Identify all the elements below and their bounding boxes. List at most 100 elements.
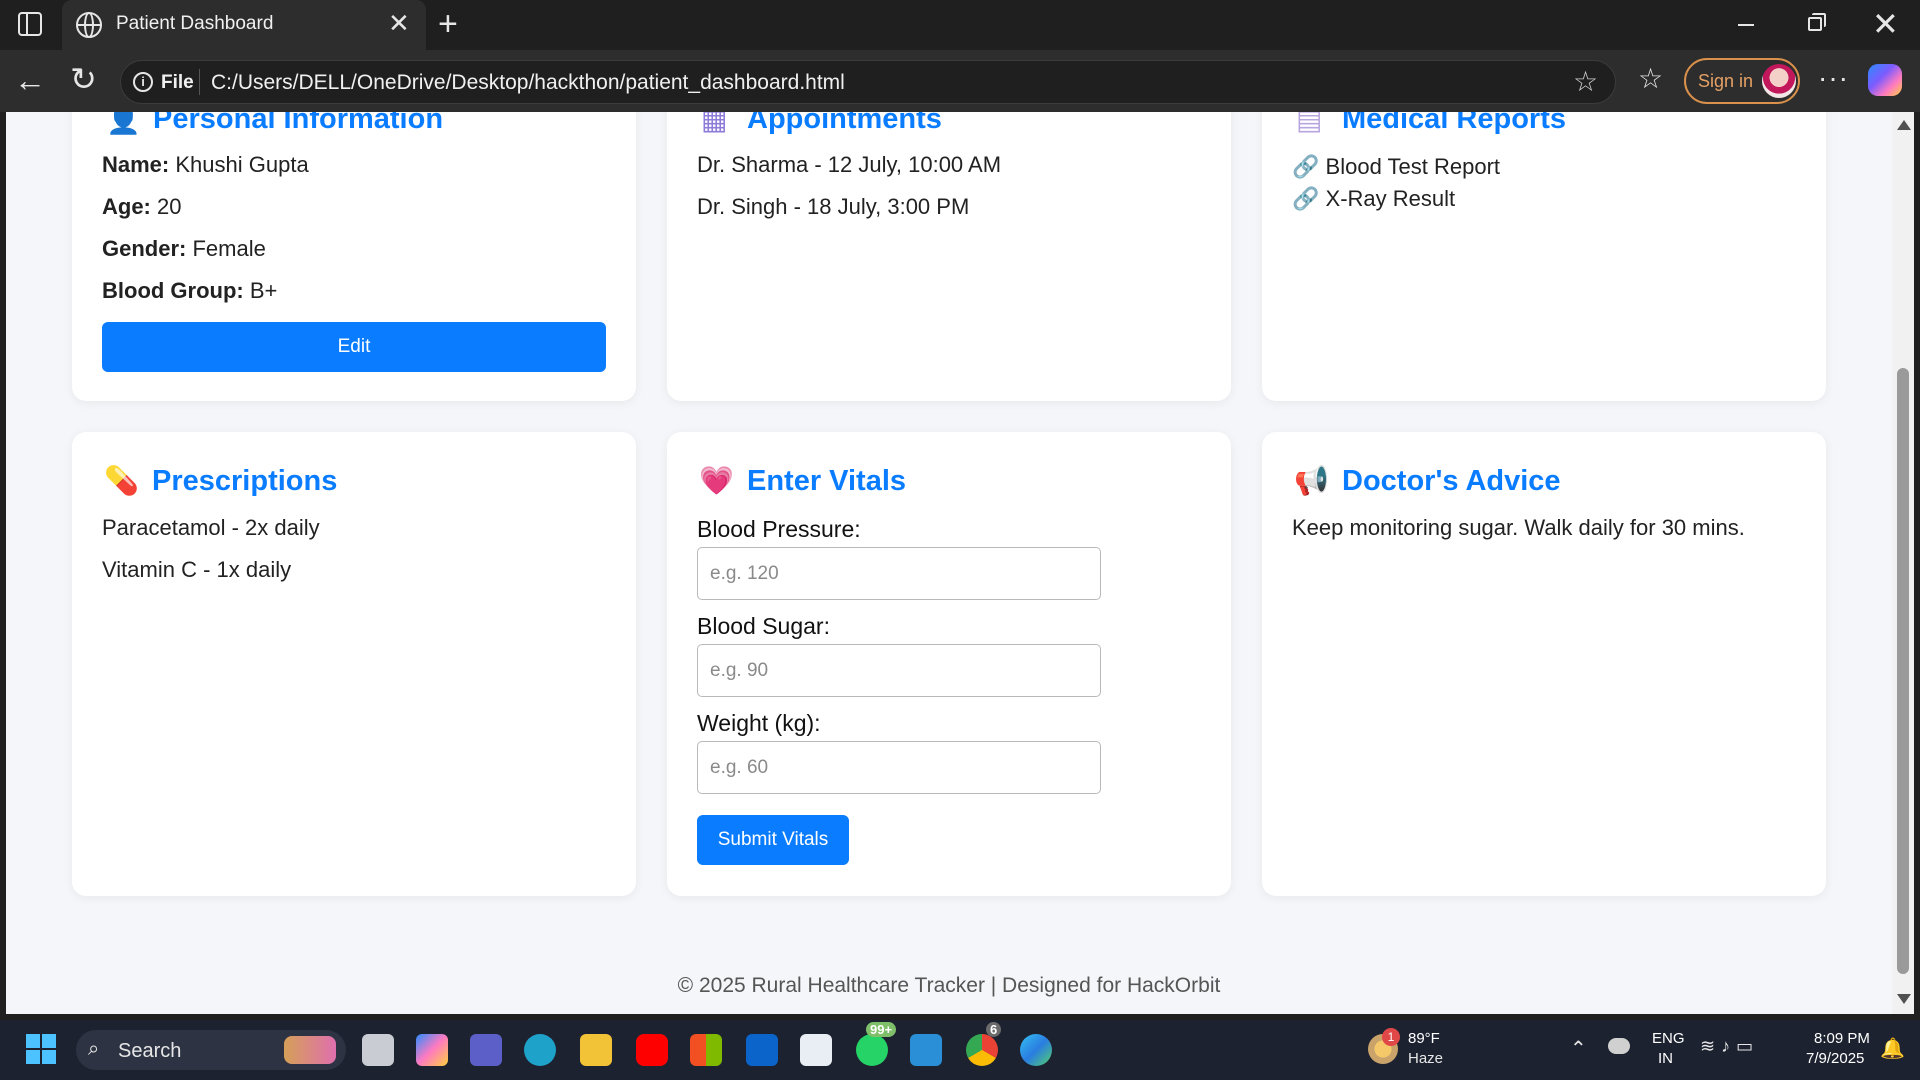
youtube-icon[interactable] xyxy=(636,1034,668,1066)
weight-label: Weight (kg): xyxy=(697,710,821,736)
windows-taskbar: ⌕ Search 99+ 6 1 89°F Haze ⌃ ENG IN ≋♪▭ … xyxy=(0,1020,1920,1080)
favorite-star-icon[interactable]: ☆ xyxy=(1573,65,1598,98)
report-link-label[interactable]: Blood Test Report xyxy=(1326,154,1500,179)
report-link[interactable]: 🔗 Blood Test Report xyxy=(1292,154,1500,180)
scroll-thumb[interactable] xyxy=(1897,368,1909,974)
medical-reports-card: ▤ Medical Reports 🔗 Blood Test Report 🔗 … xyxy=(1262,112,1826,401)
age-value: 20 xyxy=(157,194,182,219)
teams-icon[interactable] xyxy=(470,1034,502,1066)
copilot-app-icon[interactable] xyxy=(416,1034,448,1066)
link-icon: 🔗 xyxy=(1292,186,1320,211)
notification-bell-icon[interactable]: 🔔 xyxy=(1880,1036,1905,1061)
new-tab-icon[interactable]: + xyxy=(438,6,458,42)
clock-date[interactable]: 7/9/2025 xyxy=(1806,1050,1864,1067)
chrome-badge: 6 xyxy=(986,1022,1002,1037)
blood-pressure-label: Blood Pressure: xyxy=(697,516,861,542)
gender-label: Gender: xyxy=(102,236,187,261)
blood-group-value: B+ xyxy=(249,278,278,303)
appointments-title: Appointments xyxy=(747,112,942,135)
megaphone-icon: 📢 xyxy=(1294,465,1329,496)
sign-in-button[interactable]: Sign in xyxy=(1684,58,1800,104)
name-row: Name: Khushi Gupta xyxy=(102,152,309,178)
blood-group-row: Blood Group: B+ xyxy=(102,278,277,304)
restore-icon[interactable] xyxy=(1808,13,1826,31)
person-icon: 👤 xyxy=(106,112,141,135)
browser-toolbar: ← ↻ i File C:/Users/DELL/OneDrive/Deskto… xyxy=(0,50,1920,112)
chrome-icon[interactable] xyxy=(966,1034,998,1066)
edit-button[interactable]: Edit xyxy=(102,322,606,372)
page-footer: © 2025 Rural Healthcare Tracker | Design… xyxy=(677,974,1221,997)
medical-reports-title: Medical Reports xyxy=(1342,112,1566,135)
doctor-advice-card: 📢 Doctor's Advice Keep monitoring sugar.… xyxy=(1262,432,1826,896)
avatar xyxy=(1762,64,1796,98)
appointment-item: Dr. Singh - 18 July, 3:00 PM xyxy=(697,194,970,219)
globe-icon xyxy=(76,12,102,38)
search-highlight-icon xyxy=(284,1036,336,1064)
window-close-icon[interactable]: ✕ xyxy=(1872,8,1899,40)
tab-title: Patient Dashboard xyxy=(116,13,274,34)
weather-temperature[interactable]: 89°F xyxy=(1408,1030,1440,1047)
report-link-label[interactable]: X-Ray Result xyxy=(1326,186,1456,211)
microsoft-store-icon[interactable] xyxy=(690,1034,722,1066)
prescription-item: Vitamin C - 1x daily xyxy=(102,557,292,582)
prescription-item: Paracetamol - 2x daily xyxy=(102,515,320,540)
back-icon[interactable]: ← xyxy=(14,64,46,96)
file-explorer-icon[interactable] xyxy=(580,1034,612,1066)
name-label: Name: xyxy=(102,152,170,177)
pill-icon: 💊 xyxy=(104,465,139,496)
page-scrollbar[interactable] xyxy=(1892,112,1914,1014)
prescriptions-title: Prescriptions xyxy=(152,465,338,497)
windows-start-icon[interactable] xyxy=(26,1034,56,1064)
report-link[interactable]: 🔗 X-Ray Result xyxy=(1292,186,1455,212)
task-view-icon[interactable] xyxy=(362,1034,394,1066)
language-region[interactable]: IN xyxy=(1658,1050,1673,1067)
more-icon[interactable]: ··· xyxy=(1818,62,1849,94)
vscode-icon[interactable] xyxy=(910,1034,942,1066)
gender-value: Female xyxy=(192,236,266,261)
vitals-title: Enter Vitals xyxy=(747,465,907,497)
browser-tab-bar: Patient Dashboard ✕ + ✕ xyxy=(0,0,1920,50)
scroll-down-arrow-icon[interactable] xyxy=(1897,994,1911,1004)
whatsapp-icon[interactable] xyxy=(856,1034,888,1066)
reload-icon[interactable]: ↻ xyxy=(70,63,97,95)
clock-time[interactable]: 8:09 PM xyxy=(1814,1030,1870,1047)
tab-patient-dashboard[interactable]: Patient Dashboard ✕ xyxy=(62,0,426,50)
gender-row: Gender: Female xyxy=(102,236,266,262)
taskbar-search[interactable]: ⌕ Search xyxy=(76,1030,346,1070)
favorites-icon[interactable]: ☆ xyxy=(1638,62,1663,95)
address-bar[interactable]: i File C:/Users/DELL/OneDrive/Desktop/ha… xyxy=(120,60,1616,104)
appointment-item: Dr. Sharma - 12 July, 10:00 AM xyxy=(697,152,1002,177)
info-icon[interactable]: i xyxy=(133,72,153,92)
edge-icon[interactable] xyxy=(1020,1034,1052,1066)
sign-in-label: Sign in xyxy=(1698,71,1754,91)
edge-beta-icon[interactable] xyxy=(524,1034,556,1066)
blood-sugar-input[interactable] xyxy=(697,644,1101,697)
search-icon: ⌕ xyxy=(88,1038,100,1060)
submit-vitals-button[interactable]: Submit Vitals xyxy=(697,815,849,865)
language-primary[interactable]: ENG xyxy=(1652,1030,1685,1047)
scroll-up-arrow-icon[interactable] xyxy=(1897,120,1911,130)
copilot-icon[interactable] xyxy=(1868,64,1902,96)
wifi-volume-battery-icons[interactable]: ≋♪▭ xyxy=(1700,1036,1759,1057)
name-value: Khushi Gupta xyxy=(175,152,309,177)
outlook-icon[interactable] xyxy=(746,1034,778,1066)
blood-pressure-input[interactable] xyxy=(697,547,1101,600)
doctor-advice-text: Keep monitoring sugar. Walk daily for 30… xyxy=(1292,515,1745,540)
doctor-advice-title: Doctor's Advice xyxy=(1342,465,1561,497)
page-viewport: 👤 Personal Information Name: Khushi Gupt… xyxy=(6,112,1892,1014)
calendar-icon: ▦ xyxy=(701,112,728,135)
weight-input[interactable] xyxy=(697,741,1101,794)
prescriptions-card: 💊 Prescriptions Paracetamol - 2x daily V… xyxy=(72,432,636,896)
link-icon: 🔗 xyxy=(1292,154,1320,179)
tab-actions-icon[interactable] xyxy=(18,12,42,36)
chevron-up-icon[interactable]: ⌃ xyxy=(1570,1036,1587,1061)
onedrive-icon[interactable] xyxy=(1608,1038,1630,1054)
url-text[interactable]: C:/Users/DELL/OneDrive/Desktop/hackthon/… xyxy=(211,71,845,95)
close-tab-icon[interactable]: ✕ xyxy=(388,10,410,36)
minimize-icon[interactable] xyxy=(1738,24,1754,26)
heart-icon: 💗 xyxy=(699,465,734,496)
remote-desktop-icon[interactable] xyxy=(800,1034,832,1066)
weather-description[interactable]: Haze xyxy=(1408,1050,1443,1067)
personal-info-card: 👤 Personal Information Name: Khushi Gupt… xyxy=(72,112,636,401)
personal-info-title: Personal Information xyxy=(153,112,444,135)
